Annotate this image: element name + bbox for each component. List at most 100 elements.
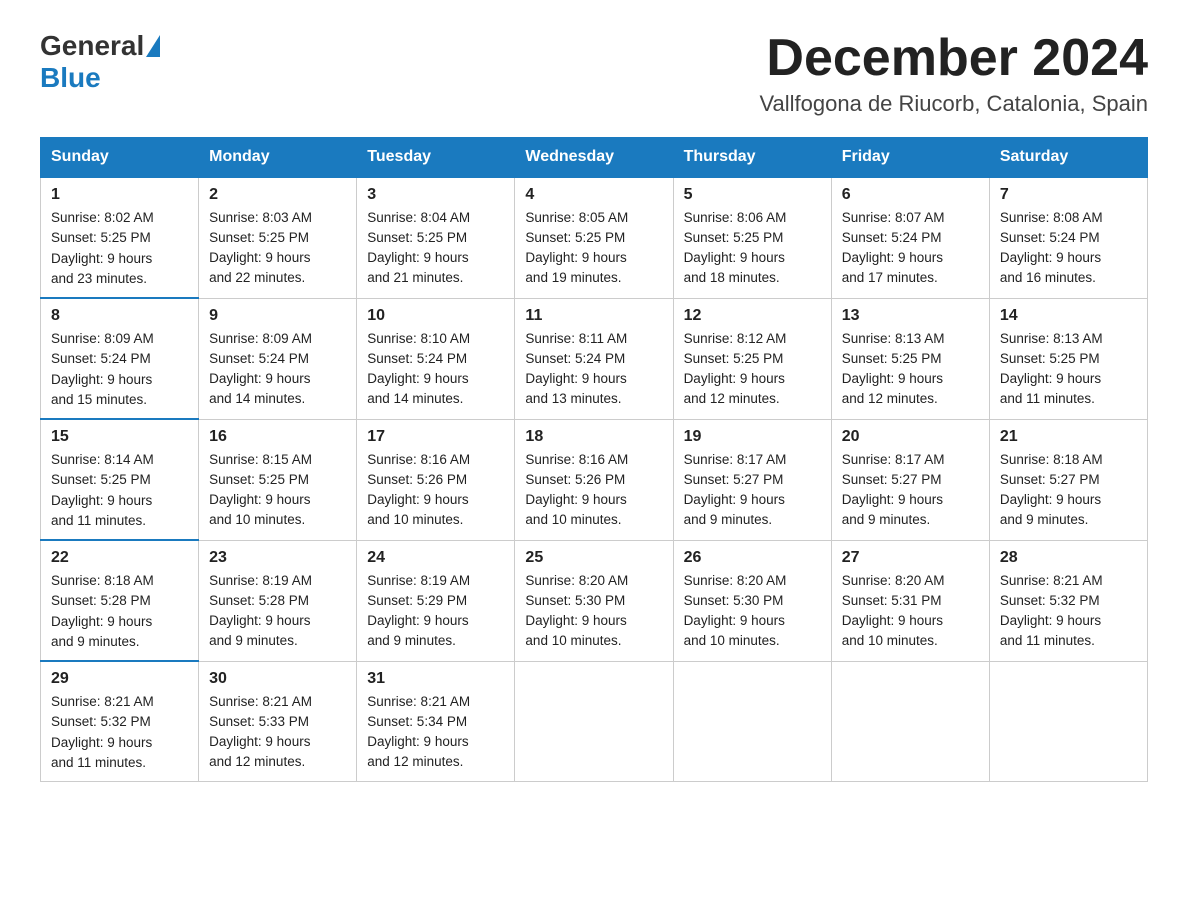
day-number: 25	[525, 549, 662, 567]
day-number: 27	[842, 549, 979, 567]
day-info: Sunrise: 8:20 AM Sunset: 5:31 PM Dayligh…	[842, 571, 979, 652]
day-number: 23	[209, 549, 346, 567]
day-info: Sunrise: 8:17 AM Sunset: 5:27 PM Dayligh…	[842, 450, 979, 531]
day-number: 9	[209, 307, 346, 325]
calendar-cell: 30 Sunrise: 8:21 AM Sunset: 5:33 PM Dayl…	[199, 661, 357, 782]
calendar-cell: 16 Sunrise: 8:15 AM Sunset: 5:25 PM Dayl…	[199, 419, 357, 540]
calendar-cell: 19 Sunrise: 8:17 AM Sunset: 5:27 PM Dayl…	[673, 419, 831, 540]
day-info: Sunrise: 8:04 AM Sunset: 5:25 PM Dayligh…	[367, 208, 504, 289]
day-number: 13	[842, 307, 979, 325]
calendar-cell: 25 Sunrise: 8:20 AM Sunset: 5:30 PM Dayl…	[515, 540, 673, 661]
day-number: 29	[51, 670, 188, 688]
calendar-cell: 31 Sunrise: 8:21 AM Sunset: 5:34 PM Dayl…	[357, 661, 515, 782]
day-number: 7	[1000, 186, 1137, 204]
day-number: 17	[367, 428, 504, 446]
day-number: 11	[525, 307, 662, 325]
day-info: Sunrise: 8:10 AM Sunset: 5:24 PM Dayligh…	[367, 329, 504, 410]
day-info: Sunrise: 8:15 AM Sunset: 5:25 PM Dayligh…	[209, 450, 346, 531]
calendar-cell: 8 Sunrise: 8:09 AM Sunset: 5:24 PM Dayli…	[41, 298, 199, 419]
day-info: Sunrise: 8:18 AM Sunset: 5:27 PM Dayligh…	[1000, 450, 1137, 531]
day-info: Sunrise: 8:21 AM Sunset: 5:32 PM Dayligh…	[1000, 571, 1137, 652]
weekday-header-thursday: Thursday	[673, 138, 831, 178]
day-number: 26	[684, 549, 821, 567]
day-info: Sunrise: 8:13 AM Sunset: 5:25 PM Dayligh…	[842, 329, 979, 410]
calendar-cell: 22 Sunrise: 8:18 AM Sunset: 5:28 PM Dayl…	[41, 540, 199, 661]
day-info: Sunrise: 8:05 AM Sunset: 5:25 PM Dayligh…	[525, 208, 662, 289]
calendar-cell	[831, 661, 989, 782]
day-number: 18	[525, 428, 662, 446]
calendar-week-row: 8 Sunrise: 8:09 AM Sunset: 5:24 PM Dayli…	[41, 298, 1148, 419]
calendar-week-row: 22 Sunrise: 8:18 AM Sunset: 5:28 PM Dayl…	[41, 540, 1148, 661]
day-info: Sunrise: 8:09 AM Sunset: 5:24 PM Dayligh…	[51, 329, 188, 410]
calendar-cell: 1 Sunrise: 8:02 AM Sunset: 5:25 PM Dayli…	[41, 177, 199, 298]
calendar-week-row: 29 Sunrise: 8:21 AM Sunset: 5:32 PM Dayl…	[41, 661, 1148, 782]
calendar-cell: 7 Sunrise: 8:08 AM Sunset: 5:24 PM Dayli…	[989, 177, 1147, 298]
day-info: Sunrise: 8:21 AM Sunset: 5:32 PM Dayligh…	[51, 692, 188, 773]
calendar-cell: 14 Sunrise: 8:13 AM Sunset: 5:25 PM Dayl…	[989, 298, 1147, 419]
weekday-header-saturday: Saturday	[989, 138, 1147, 178]
day-number: 19	[684, 428, 821, 446]
day-info: Sunrise: 8:16 AM Sunset: 5:26 PM Dayligh…	[367, 450, 504, 531]
day-info: Sunrise: 8:21 AM Sunset: 5:33 PM Dayligh…	[209, 692, 346, 773]
calendar-cell: 13 Sunrise: 8:13 AM Sunset: 5:25 PM Dayl…	[831, 298, 989, 419]
day-info: Sunrise: 8:06 AM Sunset: 5:25 PM Dayligh…	[684, 208, 821, 289]
day-number: 1	[51, 186, 188, 204]
day-number: 8	[51, 307, 188, 325]
calendar-cell: 24 Sunrise: 8:19 AM Sunset: 5:29 PM Dayl…	[357, 540, 515, 661]
day-number: 5	[684, 186, 821, 204]
calendar-cell: 29 Sunrise: 8:21 AM Sunset: 5:32 PM Dayl…	[41, 661, 199, 782]
calendar-cell: 4 Sunrise: 8:05 AM Sunset: 5:25 PM Dayli…	[515, 177, 673, 298]
calendar-cell: 23 Sunrise: 8:19 AM Sunset: 5:28 PM Dayl…	[199, 540, 357, 661]
calendar-cell: 26 Sunrise: 8:20 AM Sunset: 5:30 PM Dayl…	[673, 540, 831, 661]
day-number: 20	[842, 428, 979, 446]
day-number: 22	[51, 549, 188, 567]
day-number: 16	[209, 428, 346, 446]
calendar-cell	[989, 661, 1147, 782]
day-info: Sunrise: 8:20 AM Sunset: 5:30 PM Dayligh…	[684, 571, 821, 652]
calendar-week-row: 1 Sunrise: 8:02 AM Sunset: 5:25 PM Dayli…	[41, 177, 1148, 298]
day-info: Sunrise: 8:21 AM Sunset: 5:34 PM Dayligh…	[367, 692, 504, 773]
day-number: 28	[1000, 549, 1137, 567]
day-info: Sunrise: 8:19 AM Sunset: 5:29 PM Dayligh…	[367, 571, 504, 652]
day-info: Sunrise: 8:08 AM Sunset: 5:24 PM Dayligh…	[1000, 208, 1137, 289]
weekday-header-tuesday: Tuesday	[357, 138, 515, 178]
logo: General Blue	[40, 30, 162, 94]
day-info: Sunrise: 8:14 AM Sunset: 5:25 PM Dayligh…	[51, 450, 188, 531]
day-info: Sunrise: 8:20 AM Sunset: 5:30 PM Dayligh…	[525, 571, 662, 652]
logo-blue-text: Blue	[40, 62, 101, 93]
calendar-cell: 28 Sunrise: 8:21 AM Sunset: 5:32 PM Dayl…	[989, 540, 1147, 661]
day-number: 12	[684, 307, 821, 325]
day-number: 30	[209, 670, 346, 688]
day-number: 15	[51, 428, 188, 446]
calendar-cell	[673, 661, 831, 782]
day-number: 24	[367, 549, 504, 567]
day-info: Sunrise: 8:02 AM Sunset: 5:25 PM Dayligh…	[51, 208, 188, 289]
weekday-header-sunday: Sunday	[41, 138, 199, 178]
calendar-header-row: SundayMondayTuesdayWednesdayThursdayFrid…	[41, 138, 1148, 178]
day-number: 31	[367, 670, 504, 688]
calendar-cell: 2 Sunrise: 8:03 AM Sunset: 5:25 PM Dayli…	[199, 177, 357, 298]
title-block: December 2024 Vallfogona de Riucorb, Cat…	[759, 30, 1148, 117]
day-info: Sunrise: 8:17 AM Sunset: 5:27 PM Dayligh…	[684, 450, 821, 531]
day-info: Sunrise: 8:12 AM Sunset: 5:25 PM Dayligh…	[684, 329, 821, 410]
day-number: 4	[525, 186, 662, 204]
calendar-cell: 6 Sunrise: 8:07 AM Sunset: 5:24 PM Dayli…	[831, 177, 989, 298]
day-number: 21	[1000, 428, 1137, 446]
calendar-cell: 20 Sunrise: 8:17 AM Sunset: 5:27 PM Dayl…	[831, 419, 989, 540]
day-info: Sunrise: 8:03 AM Sunset: 5:25 PM Dayligh…	[209, 208, 346, 289]
calendar-cell: 3 Sunrise: 8:04 AM Sunset: 5:25 PM Dayli…	[357, 177, 515, 298]
logo-triangle-icon	[146, 35, 160, 57]
logo-general-text: General	[40, 30, 144, 62]
calendar-cell	[515, 661, 673, 782]
calendar-cell: 10 Sunrise: 8:10 AM Sunset: 5:24 PM Dayl…	[357, 298, 515, 419]
weekday-header-monday: Monday	[199, 138, 357, 178]
day-info: Sunrise: 8:18 AM Sunset: 5:28 PM Dayligh…	[51, 571, 188, 652]
page-title: December 2024	[759, 30, 1148, 87]
day-info: Sunrise: 8:07 AM Sunset: 5:24 PM Dayligh…	[842, 208, 979, 289]
weekday-header-friday: Friday	[831, 138, 989, 178]
weekday-header-wednesday: Wednesday	[515, 138, 673, 178]
page-subtitle: Vallfogona de Riucorb, Catalonia, Spain	[759, 91, 1148, 117]
calendar-cell: 27 Sunrise: 8:20 AM Sunset: 5:31 PM Dayl…	[831, 540, 989, 661]
page-header: General Blue December 2024 Vallfogona de…	[40, 30, 1148, 117]
day-info: Sunrise: 8:16 AM Sunset: 5:26 PM Dayligh…	[525, 450, 662, 531]
